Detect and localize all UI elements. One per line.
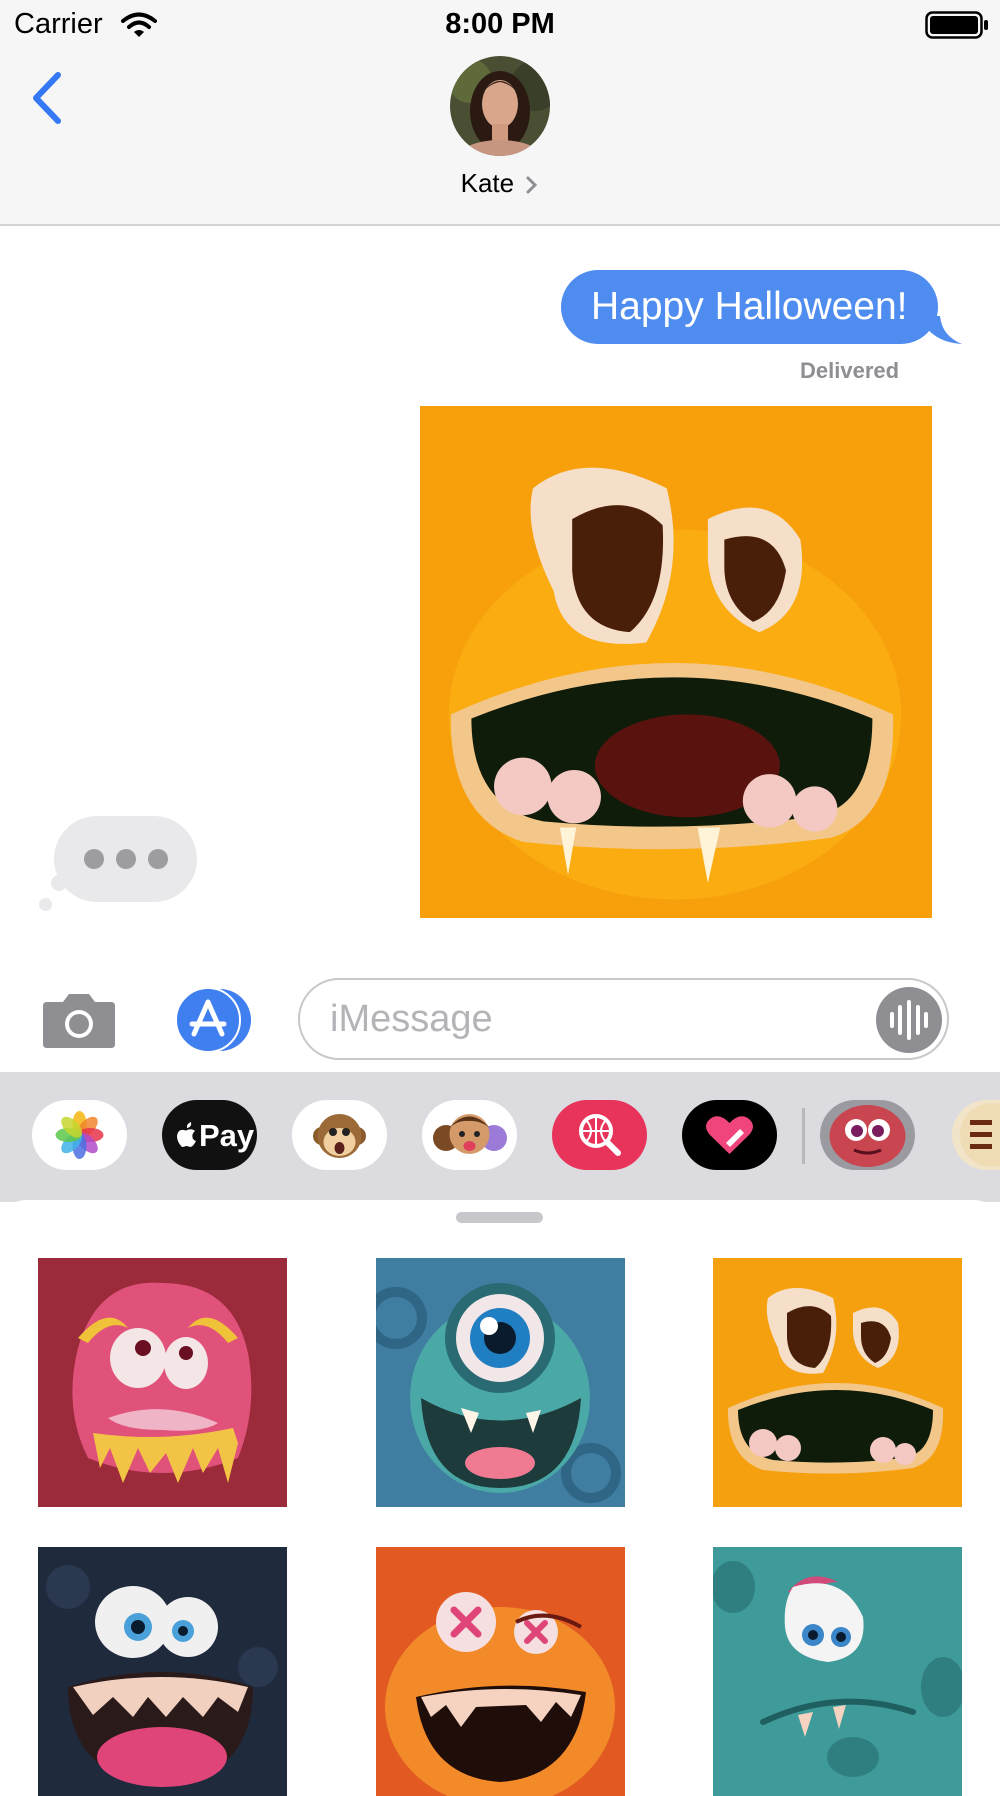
digital-touch-app-button[interactable] (682, 1100, 777, 1170)
bubble-tail (920, 316, 962, 344)
navy-monster-sticker[interactable] (38, 1547, 287, 1796)
audio-waveform-icon[interactable] (876, 987, 942, 1053)
teal-monster-sticker[interactable] (713, 1547, 962, 1796)
camera-icon[interactable] (41, 990, 117, 1050)
apple-pay-icon (177, 1122, 196, 1147)
app-drawer-divider (802, 1108, 805, 1164)
heart-icon (706, 1116, 753, 1154)
typing-dot (116, 849, 136, 869)
delivery-status: Delivered (800, 358, 900, 383)
panel-grabber[interactable] (456, 1212, 543, 1223)
web-search-icon (579, 1114, 621, 1156)
typing-indicator (54, 816, 197, 902)
typing-dot (148, 849, 168, 869)
chevron-right-icon (526, 176, 538, 194)
sent-sticker[interactable] (420, 406, 932, 918)
contact-name-label: Kate (460, 168, 515, 198)
battery-icon (925, 11, 988, 39)
contact-name[interactable]: Kate (0, 168, 1000, 199)
orange-monster-sticker[interactable] (713, 1258, 962, 1507)
clock: 8:00 PM (445, 8, 555, 40)
monster-icon (829, 1105, 906, 1167)
monkey-icon (313, 1114, 366, 1158)
photos-app-button[interactable] (32, 1100, 127, 1170)
typing-tail-small (39, 898, 52, 911)
red-monster-sticker[interactable] (376, 1547, 625, 1796)
typing-tail-large (51, 875, 67, 891)
photos-icon (55, 1111, 104, 1159)
chevron-left-icon[interactable] (28, 70, 64, 126)
sent-message-bubble[interactable]: Happy Halloween! (561, 270, 938, 344)
cyclops-monster-sticker[interactable] (376, 1258, 625, 1507)
apple-pay-label: Pay (199, 1118, 255, 1153)
apple-pay-app-button[interactable]: Pay (162, 1100, 257, 1170)
typing-dot (84, 849, 104, 869)
app-store-icon[interactable] (170, 988, 256, 1052)
avatar[interactable] (450, 56, 550, 156)
animoji-app-button[interactable] (292, 1100, 387, 1170)
memoji-icon (433, 1114, 507, 1154)
monster-stickers-app-button[interactable] (820, 1100, 915, 1170)
memoji-app-button[interactable] (422, 1100, 517, 1170)
message-input-placeholder: iMessage (330, 998, 493, 1040)
web-search-app-button[interactable] (552, 1100, 647, 1170)
pink-monster-sticker[interactable] (38, 1258, 287, 1507)
